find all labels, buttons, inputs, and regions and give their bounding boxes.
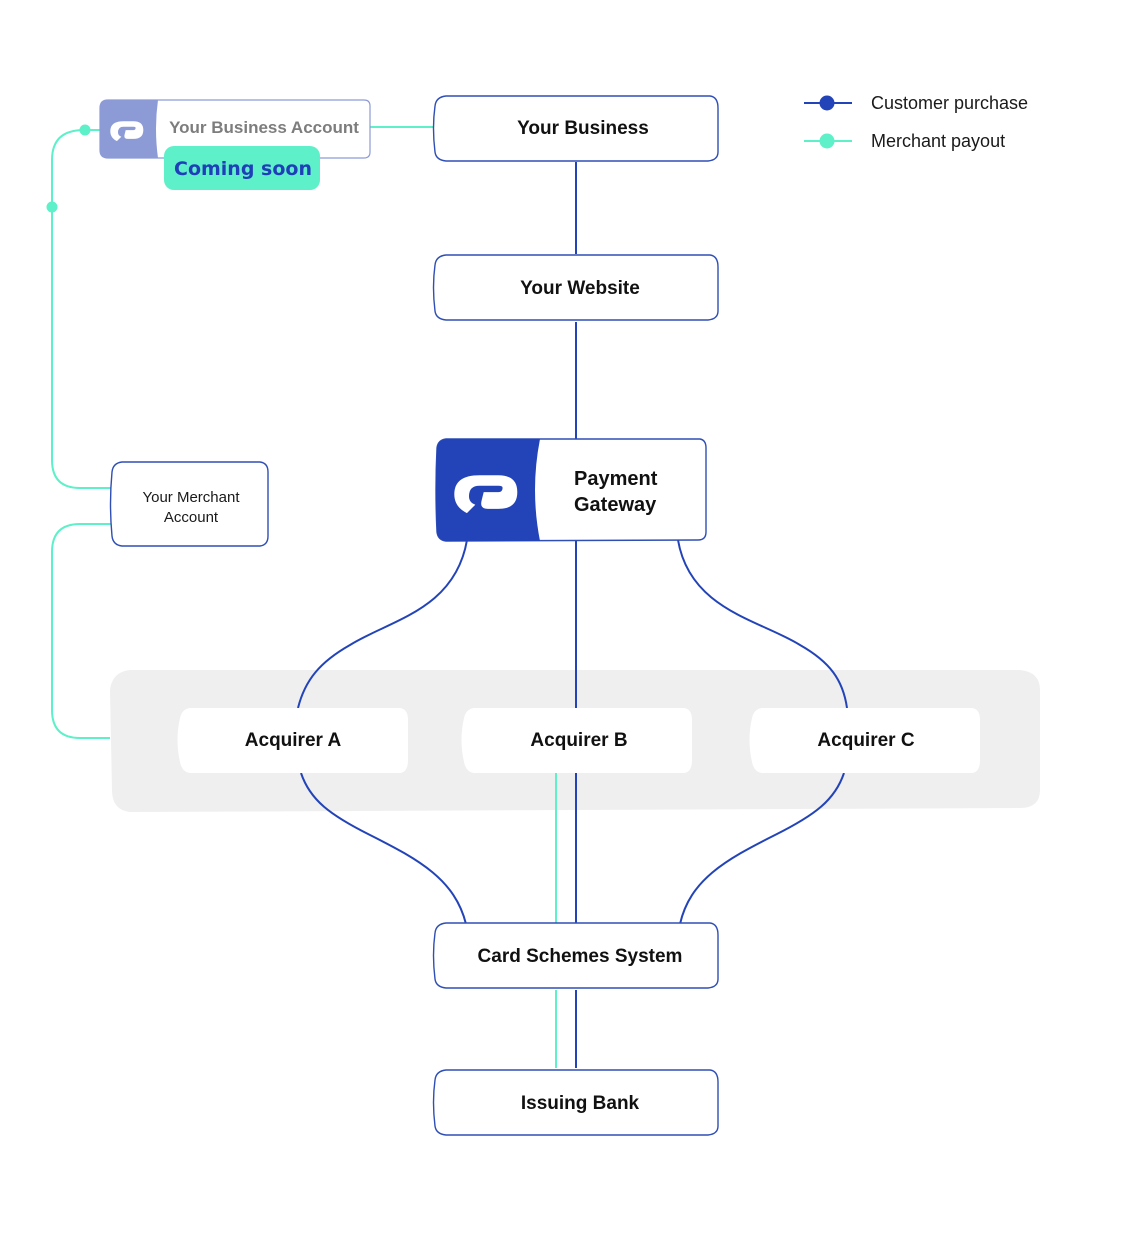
legend-label-customer-purchase: Customer purchase	[871, 93, 1028, 113]
payout-junction-dot-lower	[46, 201, 58, 213]
acquirer-b-node[interactable]: Acquirer B	[461, 708, 693, 773]
payment-gateway-logo-tile	[436, 439, 540, 541]
legend-item-customer-purchase: Customer purchase	[804, 93, 1028, 113]
your-website-label: Your Website	[520, 278, 640, 299]
payment-gateway-node[interactable]: Payment Gateway	[435, 438, 707, 542]
legend-dot-customer	[819, 95, 835, 111]
payment-flow-diagram: Your Business Account Coming soon Your B…	[46, 93, 1040, 1136]
legend: Customer purchase Merchant payout	[804, 93, 1028, 151]
issuing-bank-label: Issuing Bank	[521, 1093, 640, 1114]
acquirer-c-label: Acquirer C	[817, 730, 914, 751]
business-account-label: Your Business Account	[169, 118, 359, 137]
payout-merchant-account-to-business-account	[51, 129, 112, 489]
legend-dot-merchant	[819, 133, 835, 149]
acquirer-c-node[interactable]: Acquirer C	[749, 708, 981, 773]
merchant-account-label-line2: Account	[164, 509, 219, 526]
your-business-label: Your Business	[517, 118, 649, 139]
coming-soon-label: Coming soon	[174, 158, 312, 180]
merchant-account-node[interactable]: Your Merchant Account	[109, 461, 269, 547]
business-account-logo-tile	[100, 100, 158, 158]
card-schemes-node[interactable]: Card Schemes System	[432, 922, 719, 989]
acquirer-a-label: Acquirer A	[245, 730, 342, 751]
payment-gateway-label-line2: Gateway	[574, 494, 657, 516]
logo-icon	[110, 121, 144, 142]
issuing-bank-node[interactable]: Issuing Bank	[432, 1069, 719, 1136]
card-schemes-label: Card Schemes System	[478, 946, 683, 967]
coming-soon-badge: Coming soon	[164, 146, 320, 190]
acquirer-b-label: Acquirer B	[530, 730, 627, 751]
payout-junction-dot-upper	[79, 124, 91, 136]
payment-gateway-label-line1: Payment	[574, 468, 658, 490]
your-business-node[interactable]: Your Business	[432, 95, 719, 162]
legend-item-merchant-payout: Merchant payout	[804, 131, 1005, 151]
acquirer-a-node[interactable]: Acquirer A	[177, 708, 409, 773]
logo-icon	[454, 475, 518, 514]
merchant-account-label-line1: Your Merchant	[142, 489, 240, 506]
payout-acquirers-to-merchant-account	[51, 523, 112, 739]
legend-label-merchant-payout: Merchant payout	[871, 131, 1005, 151]
your-website-node[interactable]: Your Website	[432, 254, 719, 321]
